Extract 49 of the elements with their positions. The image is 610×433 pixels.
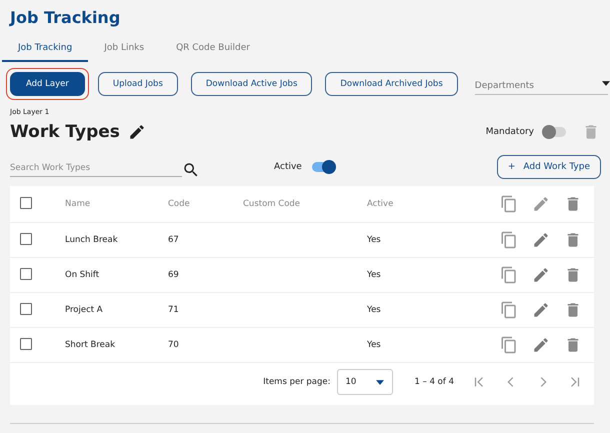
search-icon[interactable] — [182, 161, 200, 179]
caret-icon — [376, 380, 384, 384]
copy-icon[interactable] — [500, 231, 518, 249]
copy-icon[interactable] — [500, 336, 518, 354]
table-cell: 71 — [168, 305, 179, 315]
mandatory-label: Mandatory — [486, 127, 534, 137]
column-header: Active — [367, 199, 394, 209]
table-cell: Yes — [367, 235, 381, 245]
table-cell: 67 — [168, 235, 179, 245]
checkbox[interactable] — [20, 268, 32, 280]
tab[interactable]: Job Links — [88, 37, 160, 62]
tab[interactable]: Job Tracking — [2, 37, 88, 62]
page-title: Job Tracking — [10, 8, 122, 27]
page-range: 1 – 4 of 4 — [414, 377, 454, 387]
action-button[interactable]: Upload Jobs — [98, 72, 178, 96]
table-cell: On Shift — [65, 270, 100, 280]
column-header: Name — [65, 199, 90, 209]
copy-icon[interactable] — [500, 301, 518, 319]
edit-icon[interactable] — [128, 123, 146, 141]
column-header: Custom Code — [243, 199, 300, 209]
copy-icon[interactable] — [500, 266, 518, 284]
table-cell: Project A — [65, 305, 103, 315]
table-cell: Short Break — [65, 340, 116, 350]
departments-dropdown[interactable]: Departments — [474, 77, 608, 95]
checkbox[interactable] — [20, 232, 32, 244]
table-cell: Yes — [367, 305, 381, 315]
checkbox[interactable] — [20, 338, 32, 350]
add-work-type-button[interactable]: + Add Work Type — [496, 155, 601, 179]
column-header: Code — [168, 199, 190, 209]
checkbox[interactable] — [20, 196, 32, 208]
copy-icon[interactable] — [500, 195, 518, 213]
table-cell: Yes — [367, 270, 381, 280]
active-label: Active — [274, 162, 302, 172]
section-heading: Work Types — [10, 122, 120, 142]
action-button[interactable]: Download Active Jobs — [190, 72, 312, 96]
toggle-switch[interactable] — [310, 159, 336, 175]
action-button[interactable]: Download Archived Jobs — [325, 72, 458, 96]
search-field[interactable]: Search Work Types — [10, 163, 182, 177]
caret-icon — [602, 81, 610, 86]
table-cell: Yes — [367, 340, 381, 350]
table-cell: Lunch Break — [65, 235, 118, 245]
checkbox[interactable] — [20, 302, 32, 314]
page-size-select[interactable]: 10 — [336, 369, 393, 395]
add-layer-button[interactable]: Add Layer — [10, 72, 85, 96]
tab[interactable]: QR Code Builder — [160, 37, 266, 62]
items-per-page-label: Items per page: — [263, 377, 331, 387]
table-cell: 69 — [168, 270, 179, 280]
toggle-switch[interactable] — [542, 124, 568, 140]
table-cell: 70 — [168, 340, 179, 350]
